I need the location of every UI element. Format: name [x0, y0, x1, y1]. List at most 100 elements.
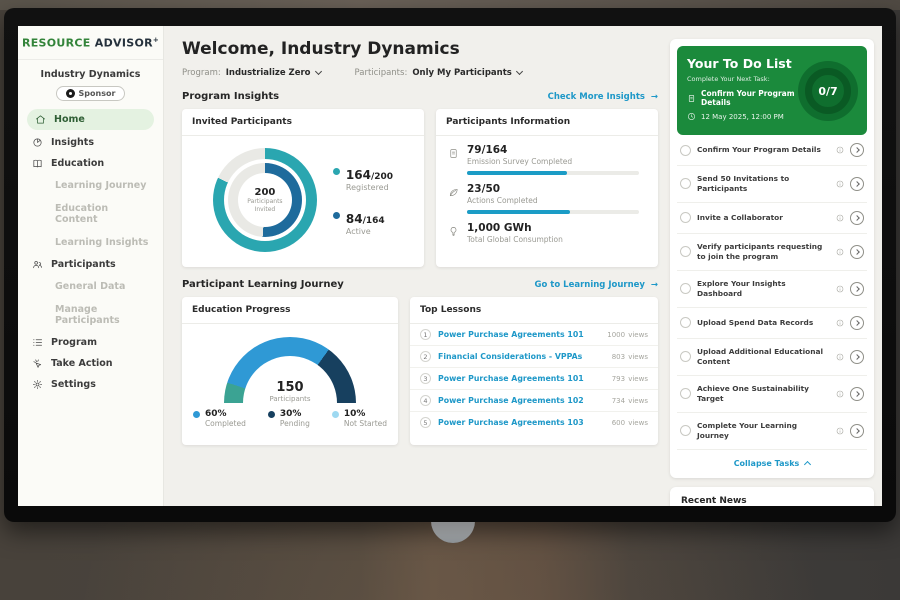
go-to-learning-journey-link[interactable]: Go to Learning Journey →: [535, 280, 658, 290]
task-item[interactable]: Confirm Your Program Details: [677, 135, 867, 166]
document-icon: [448, 148, 459, 159]
task-item[interactable]: Upload Spend Data Records: [677, 308, 867, 339]
lesson-link[interactable]: Power Purchase Agreements 101: [438, 330, 600, 339]
task-open-button[interactable]: [850, 316, 864, 330]
task-item[interactable]: Upload Additional Educational Content: [677, 339, 867, 376]
gauge-legend: 60% Completed 30% Pending 10% Not Starte…: [182, 409, 398, 428]
participants-filter[interactable]: Participants: Only My Participants: [355, 68, 522, 78]
task-open-button[interactable]: [850, 424, 864, 438]
task-item[interactable]: Complete Your Learning Journey: [677, 413, 867, 450]
task-checkbox[interactable]: [680, 425, 691, 436]
sidebar-item-education-content[interactable]: Education Content: [18, 197, 163, 231]
sidebar-item-take-action[interactable]: Take Action: [18, 353, 163, 374]
dashboard-screen: RESOURCE ADVISOR+ Industry Dynamics Spon…: [18, 26, 882, 506]
sidebar-item-program[interactable]: Program: [18, 332, 163, 353]
task-open-button[interactable]: [850, 143, 864, 157]
page-title: Welcome, Industry Dynamics: [182, 39, 658, 59]
arrow-right-icon: →: [651, 92, 658, 102]
task-checkbox[interactable]: [680, 212, 691, 223]
task-open-button[interactable]: [850, 350, 864, 364]
logo-resource: RESOURCE: [22, 37, 91, 50]
program-filter[interactable]: Program: Industrialize Zero: [182, 68, 321, 78]
sidebar-item-label: Insights: [51, 137, 94, 148]
gear-icon: [32, 379, 43, 390]
donut-legend: 164/200 Registered 84/164 Active: [333, 164, 393, 236]
collapse-tasks-link[interactable]: Collapse Tasks: [677, 450, 867, 475]
task-checkbox[interactable]: [680, 283, 691, 294]
task-item[interactable]: Invite a Collaborator: [677, 203, 867, 234]
todo-counter: 0/7: [805, 68, 851, 114]
task-open-button[interactable]: [850, 177, 864, 191]
chevron-right-icon: [854, 428, 860, 434]
sidebar-item-insights[interactable]: Insights: [18, 132, 163, 153]
people-icon: [32, 259, 43, 270]
program-filter-label: Program:: [182, 68, 221, 78]
participants-information-card: Participants Information 79/164 Emission…: [436, 109, 658, 267]
education-progress-card: Education Progress 150 Participants 60% …: [182, 297, 398, 445]
invited-donut-chart: 200 Participants Invited: [213, 148, 317, 252]
education-progress-gauge: 150 Participants: [224, 337, 356, 403]
task-open-button[interactable]: [850, 387, 864, 401]
todo-next-task: Confirm Your Program Details: [687, 89, 813, 107]
document-icon: [687, 94, 696, 103]
chevron-right-icon: [854, 147, 860, 153]
lesson-link[interactable]: Power Purchase Agreements 103: [438, 418, 605, 427]
task-item[interactable]: Explore Your Insights Dashboard: [677, 271, 867, 308]
sponsor-badge[interactable]: Sponsor: [56, 86, 126, 101]
task-checkbox[interactable]: [680, 178, 691, 189]
task-open-button[interactable]: [850, 282, 864, 296]
task-checkbox[interactable]: [680, 317, 691, 328]
task-item[interactable]: Verify participants requesting to join t…: [677, 234, 867, 271]
task-checkbox[interactable]: [680, 145, 691, 156]
sidebar-item-education[interactable]: Education: [18, 153, 163, 174]
leaf-icon: [448, 187, 459, 198]
sidebar-item-label: Home: [54, 114, 85, 125]
chevron-down-icon: [516, 68, 523, 75]
invited-donut-body: 200 Participants Invited 164/200 Registe…: [182, 136, 424, 252]
legend-pending: 30% Pending: [268, 409, 310, 428]
chevron-right-icon: [854, 391, 860, 397]
sidebar-item-label: Manage Participants: [55, 304, 149, 326]
sidebar-item-learning-insights[interactable]: Learning Insights: [18, 231, 163, 254]
task-checkbox[interactable]: [680, 246, 691, 257]
task-checkbox[interactable]: [680, 351, 691, 362]
learning-cards-row: Education Progress 150 Participants 60% …: [182, 297, 658, 445]
chevron-right-icon: [854, 286, 860, 292]
chevron-right-icon: [854, 320, 860, 326]
action-hand-icon: [32, 358, 43, 369]
top-lessons-card: Top Lessons 1 Power Purchase Agreements …: [410, 297, 658, 445]
sidebar-item-learning-journey[interactable]: Learning Journey: [18, 174, 163, 197]
lesson-row: 3 Power Purchase Agreements 101 793 view…: [410, 368, 658, 390]
lesson-link[interactable]: Power Purchase Agreements 102: [438, 396, 605, 405]
task-item[interactable]: Achieve One Sustainability Target: [677, 376, 867, 413]
lightbulb-icon: [448, 226, 459, 237]
section-title: Program Insights: [182, 91, 279, 102]
todo-column: Your To Do List Complete Your Next Task:…: [670, 26, 882, 506]
chevron-right-icon: [854, 215, 860, 221]
task-checkbox[interactable]: [680, 388, 691, 399]
task-open-button[interactable]: [850, 245, 864, 259]
sidebar-item-settings[interactable]: Settings: [18, 374, 163, 395]
gauge-value: 150: [224, 380, 356, 395]
card-title: Education Progress: [182, 297, 398, 324]
sidebar-item-home[interactable]: Home: [27, 109, 154, 130]
sidebar-item-general-data[interactable]: General Data: [18, 275, 163, 298]
sidebar-item-participants[interactable]: Participants: [18, 254, 163, 275]
check-more-insights-link[interactable]: Check More Insights →: [548, 92, 658, 102]
task-open-button[interactable]: [850, 211, 864, 225]
lesson-row: 1 Power Purchase Agreements 101 1000 vie…: [410, 324, 658, 346]
info-icon: [836, 319, 844, 327]
todo-due-date: 12 May 2025, 12:00 PM: [687, 112, 813, 121]
book-icon: [32, 158, 43, 169]
task-item[interactable]: Send 50 Invitations to Participants: [677, 166, 867, 203]
info-icon: [836, 180, 844, 188]
legend-dot: [268, 411, 275, 418]
chevron-right-icon: [854, 354, 860, 360]
sidebar: RESOURCE ADVISOR+ Industry Dynamics Spon…: [18, 26, 164, 506]
lesson-link[interactable]: Power Purchase Agreements 101: [438, 374, 605, 383]
legend-not-started: 10% Not Started: [332, 409, 387, 428]
sidebar-item-manage-participants[interactable]: Manage Participants: [18, 298, 163, 332]
learning-journey-header: Participant Learning Journey Go to Learn…: [182, 279, 658, 290]
lesson-link[interactable]: Financial Considerations - VPPAs: [438, 352, 605, 361]
pie-chart-icon: [32, 137, 43, 148]
